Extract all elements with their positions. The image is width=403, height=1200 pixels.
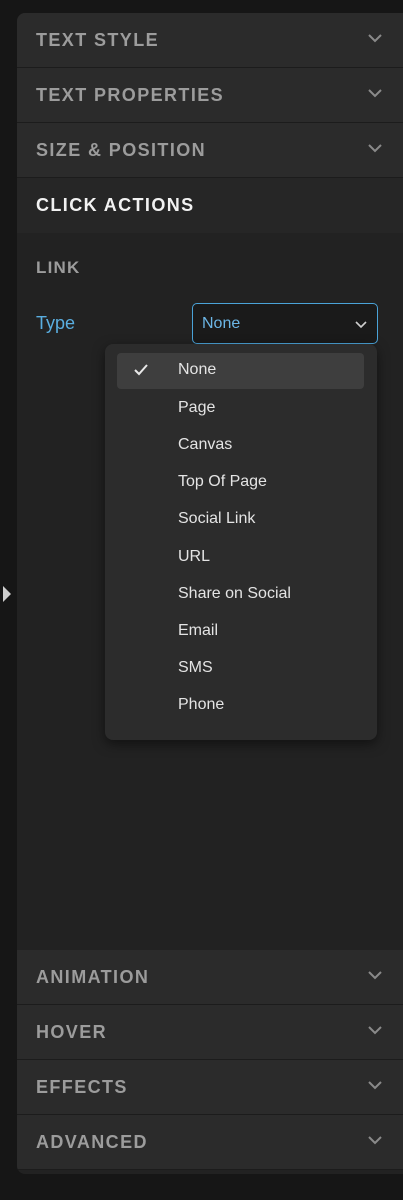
section-animation[interactable]: ANIMATION bbox=[17, 950, 403, 1005]
chevron-down-icon bbox=[368, 144, 382, 153]
dropdown-option-sms[interactable]: SMS bbox=[117, 651, 364, 687]
section-hover[interactable]: HOVER bbox=[17, 1005, 403, 1060]
section-label: EFFECTS bbox=[36, 1076, 128, 1097]
section-label: SIZE & POSITION bbox=[36, 139, 207, 160]
caret-right-icon[interactable] bbox=[3, 586, 11, 602]
section-text-properties[interactable]: TEXT PROPERTIES bbox=[17, 68, 403, 123]
properties-panel: TEXT STYLE TEXT PROPERTIES SIZE & POSITI… bbox=[17, 13, 403, 1174]
section-label: CLICK ACTIONS bbox=[36, 195, 195, 215]
option-label: Share on Social bbox=[178, 585, 291, 602]
chevron-down-icon bbox=[368, 1081, 382, 1090]
chevron-down-icon bbox=[355, 321, 367, 329]
section-advanced[interactable]: ADVANCED bbox=[17, 1115, 403, 1170]
chevron-down-icon bbox=[368, 34, 382, 43]
section-label: TEXT PROPERTIES bbox=[36, 84, 225, 105]
link-heading: LINK bbox=[36, 258, 81, 277]
chevron-down-icon bbox=[368, 971, 382, 980]
dropdown-option-phone[interactable]: Phone bbox=[117, 688, 364, 724]
section-label: ADVANCED bbox=[36, 1131, 148, 1152]
link-type-dropdown: None Page Canvas Top Of Page Social Link… bbox=[105, 344, 377, 740]
dropdown-option-page[interactable]: Page bbox=[117, 391, 364, 427]
dropdown-option-url[interactable]: URL bbox=[117, 540, 364, 576]
option-label: None bbox=[178, 361, 217, 378]
option-label: URL bbox=[178, 548, 211, 565]
option-label: Page bbox=[178, 399, 216, 416]
section-text-style[interactable]: TEXT STYLE bbox=[17, 13, 403, 68]
option-label: Phone bbox=[178, 696, 225, 713]
dropdown-option-email[interactable]: Email bbox=[117, 614, 364, 650]
option-label: Top Of Page bbox=[178, 473, 267, 490]
option-label: Social Link bbox=[178, 510, 256, 527]
dropdown-option-top-of-page[interactable]: Top Of Page bbox=[117, 465, 364, 501]
app-page: TEXT STYLE TEXT PROPERTIES SIZE & POSITI… bbox=[0, 0, 403, 1200]
dropdown-option-social-link[interactable]: Social Link bbox=[117, 502, 364, 538]
option-label: Canvas bbox=[178, 436, 233, 453]
type-label: Type bbox=[36, 313, 76, 333]
checkmark-icon bbox=[134, 364, 148, 376]
click-actions-body: LINK Type None None Page Canvas Top Of P bbox=[17, 233, 403, 950]
select-value: None bbox=[202, 315, 241, 332]
link-type-select[interactable]: None bbox=[192, 303, 378, 344]
option-label: SMS bbox=[178, 659, 213, 676]
dropdown-option-none[interactable]: None bbox=[117, 353, 364, 389]
dropdown-option-share-on-social[interactable]: Share on Social bbox=[117, 577, 364, 613]
dropdown-option-canvas[interactable]: Canvas bbox=[117, 428, 364, 464]
section-effects[interactable]: EFFECTS bbox=[17, 1060, 403, 1115]
section-size-position[interactable]: SIZE & POSITION bbox=[17, 123, 403, 178]
section-label: TEXT STYLE bbox=[36, 29, 160, 50]
option-label: Email bbox=[178, 622, 219, 639]
section-label: ANIMATION bbox=[36, 966, 150, 987]
section-label: HOVER bbox=[36, 1021, 108, 1042]
chevron-down-icon bbox=[368, 1136, 382, 1145]
chevron-down-icon bbox=[368, 1026, 382, 1035]
section-click-actions[interactable]: CLICK ACTIONS bbox=[17, 178, 403, 233]
chevron-down-icon bbox=[368, 89, 382, 98]
